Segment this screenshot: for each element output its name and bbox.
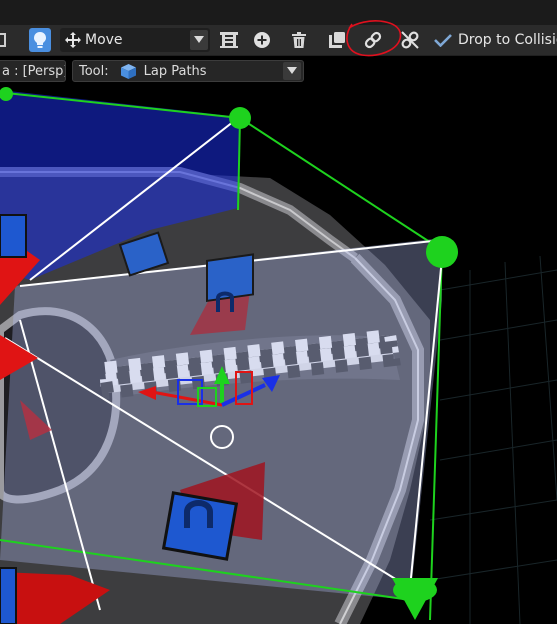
scene-viewport[interactable]: a : [Persp] Tool: Lap Paths xyxy=(0,56,557,624)
cube-icon xyxy=(120,63,136,79)
ground-grid xyxy=(429,255,557,624)
tool-value: Lap Paths xyxy=(143,63,207,79)
camera-label[interactable]: a : [Persp] xyxy=(0,60,66,82)
scene-canvas[interactable] xyxy=(0,56,557,624)
tool-selector[interactable]: Tool: Lap Paths xyxy=(72,60,304,82)
chevron-down-icon[interactable] xyxy=(283,62,301,80)
tool-label: Tool: xyxy=(79,63,109,79)
